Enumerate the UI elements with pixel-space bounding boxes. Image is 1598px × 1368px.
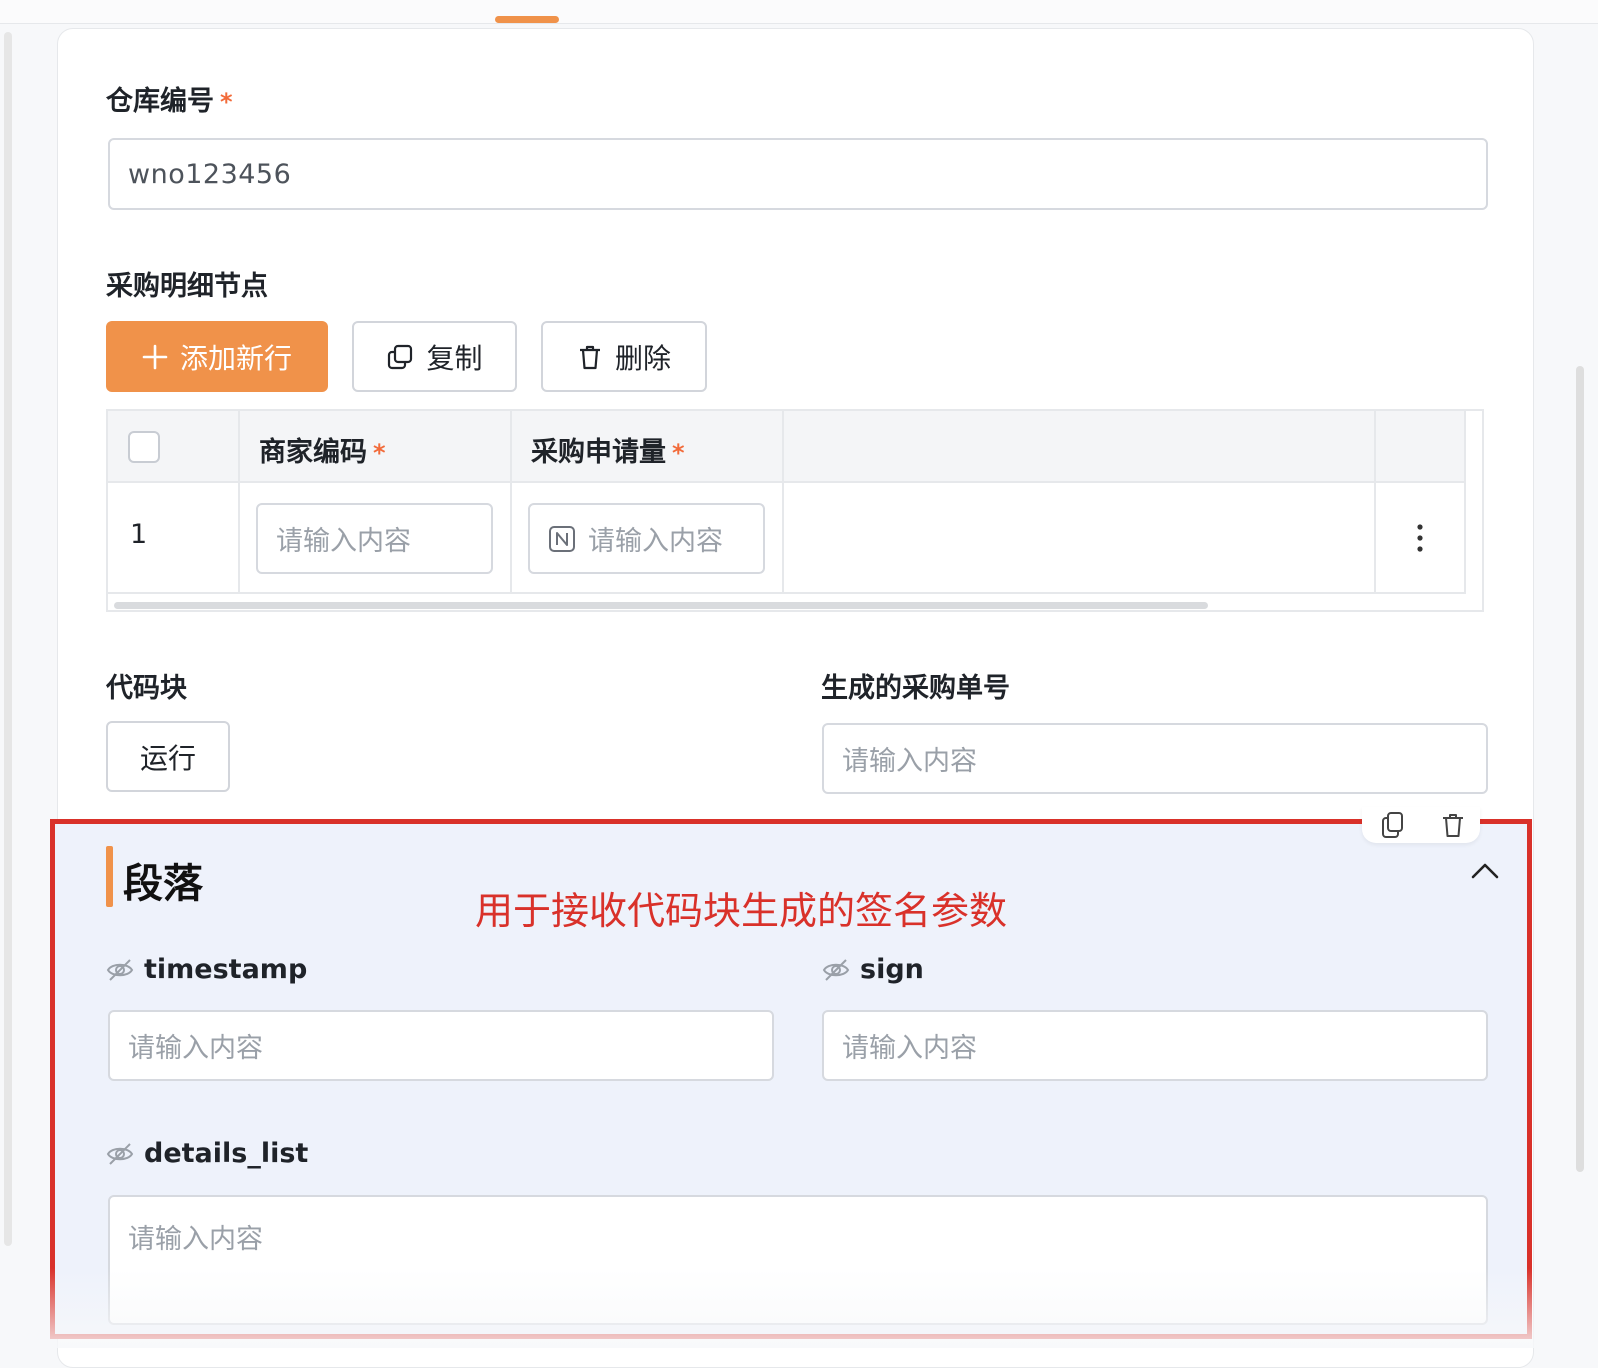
column-divider (510, 411, 512, 594)
column-header-quantity: 采购申请量 * (531, 437, 685, 468)
table-horizontal-scrollbar[interactable] (114, 602, 1208, 609)
quantity-input[interactable]: 请输入内容 (528, 503, 765, 574)
generated-po-placeholder: 请输入内容 (842, 746, 977, 777)
purchase-detail-table: 商家编码 * 采购申请量 * 1 请输入内容 请输入内容 (106, 409, 1484, 612)
trash-icon (579, 345, 600, 369)
section-delete-button[interactable] (1440, 811, 1466, 843)
table-row-bottom-border (108, 592, 1464, 594)
column-header-merchant-code: 商家编码 * (259, 437, 386, 468)
copy-icon (388, 344, 413, 369)
copy-button[interactable]: 复制 (352, 321, 517, 392)
sign-label: sign (822, 954, 924, 985)
eye-off-icon (106, 1142, 134, 1165)
section-copy-button[interactable] (1380, 811, 1406, 843)
warehouse-no-input[interactable]: wno123456 (108, 138, 1488, 210)
details-list-textarea[interactable]: 请输入内容 (108, 1195, 1488, 1325)
details-list-placeholder: 请输入内容 (128, 1224, 263, 1255)
timestamp-placeholder: 请输入内容 (128, 1033, 263, 1064)
quantity-placeholder: 请输入内容 (588, 526, 723, 557)
column-divider (782, 411, 784, 594)
generated-po-label: 生成的采购单号 (821, 673, 1010, 704)
section-collapse-button[interactable] (1470, 860, 1500, 884)
row-index: 1 (130, 519, 148, 550)
merchant-code-input[interactable]: 请输入内容 (256, 503, 493, 574)
section-accent-bar (106, 846, 113, 907)
column-divider (1374, 411, 1376, 594)
copy-label: 复制 (426, 341, 483, 375)
plus-icon (142, 344, 168, 369)
sign-input[interactable]: 请输入内容 (822, 1010, 1488, 1081)
section-title: 段落 (123, 861, 203, 907)
code-block-label: 代码块 (106, 673, 187, 704)
select-all-checkbox[interactable] (128, 431, 160, 463)
warehouse-no-value: wno123456 (128, 158, 292, 190)
vertical-dots-icon (1417, 524, 1423, 552)
run-label: 运行 (139, 741, 196, 775)
details-list-label: details_list (106, 1138, 308, 1169)
top-bar (0, 0, 1598, 24)
annotation-text: 用于接收代码块生成的签名参数 (475, 889, 1008, 933)
generated-po-input[interactable]: 请输入内容 (822, 723, 1488, 794)
timestamp-label: timestamp (106, 954, 307, 985)
eye-off-icon (822, 958, 850, 981)
add-row-label: 添加新行 (179, 341, 292, 375)
delete-label: 删除 (614, 341, 671, 375)
chevron-up-icon (1471, 863, 1499, 879)
trash-icon (1443, 814, 1463, 837)
delete-button[interactable]: 删除 (541, 321, 707, 392)
copy-icon (1382, 812, 1403, 838)
number-n-icon (549, 525, 575, 552)
left-scrollbar[interactable] (4, 32, 12, 1246)
add-row-button[interactable]: 添加新行 (106, 321, 328, 392)
right-scrollbar[interactable] (1576, 366, 1584, 1172)
eye-off-icon (106, 958, 134, 981)
column-divider (1464, 411, 1466, 594)
row-more-button[interactable] (1406, 523, 1434, 553)
purchase-detail-label: 采购明细节点 (106, 271, 268, 302)
timestamp-input[interactable]: 请输入内容 (108, 1010, 774, 1081)
warehouse-no-label: 仓库编号 * (106, 86, 233, 117)
required-mark: * (220, 88, 233, 116)
run-button[interactable]: 运行 (106, 721, 230, 792)
sign-placeholder: 请输入内容 (842, 1033, 977, 1064)
section-tools (1362, 807, 1480, 843)
active-tab-indicator (495, 16, 559, 23)
column-divider (238, 411, 240, 594)
merchant-code-placeholder: 请输入内容 (276, 526, 411, 557)
